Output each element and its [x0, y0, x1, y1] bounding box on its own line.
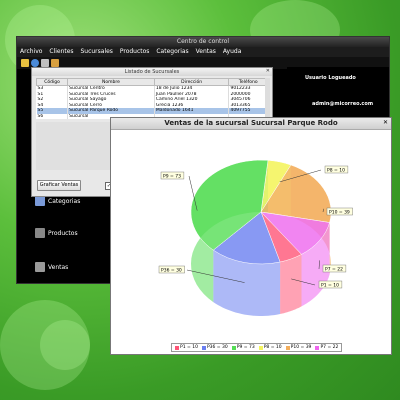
pie-chart: P8 = 10 P10 = 39 P7 = 22 P1 = 10 P36 = 30 P9 …	[158, 159, 353, 316]
legend-swatch	[285, 345, 290, 350]
sidebar-item-label: Ventas	[48, 263, 69, 271]
legend-item: P9 = 73	[231, 344, 255, 351]
legend-swatch	[258, 345, 263, 350]
slice-label: P36 = 30	[161, 268, 182, 274]
menu-ventas[interactable]: Ventas	[196, 48, 216, 55]
legend-swatch	[315, 345, 320, 350]
sidebar-item-label: Productos	[48, 229, 78, 237]
slice-label: P1 = 10	[321, 283, 339, 289]
legend-swatch	[201, 345, 206, 350]
menu-categorias[interactable]: Categorias	[156, 48, 188, 55]
legend-item: P8 = 10	[258, 344, 282, 351]
column-header[interactable]: Código	[35, 78, 69, 86]
pie-slice-side	[280, 254, 302, 314]
user-icon[interactable]	[41, 59, 49, 67]
table-cell: S6	[36, 113, 69, 119]
menu-productos[interactable]: Productos	[120, 48, 150, 55]
slice-label: P9 = 73	[163, 174, 181, 180]
legend-label: P9 = 73	[236, 345, 255, 350]
chart-window: Ventas de la sucursal Sucursal Parque Ro…	[110, 117, 392, 355]
cart-icon	[35, 262, 45, 272]
legend-label: P8 = 10	[263, 345, 282, 350]
menu-archivo[interactable]: Archivo	[20, 48, 42, 55]
column-header[interactable]: Dirección	[153, 78, 230, 86]
legend-item: P7 = 22	[315, 344, 338, 351]
slice-label: P7 = 22	[325, 267, 343, 273]
chart-legend: P1 = 10 P36 = 30 P9 = 73 P8 = 10 P10 = 39 P7 …	[171, 343, 343, 352]
legend-item: P1 = 10	[175, 344, 198, 351]
legend-label: P1 = 10	[180, 345, 198, 350]
menu-sucursales[interactable]: Sucursales	[80, 48, 112, 55]
slice-label: P8 = 10	[327, 168, 345, 174]
branches-table: Código Nombre Dirección Teléfono S3 Sucur…	[35, 78, 268, 119]
menu-bar: Archivo Clientes Sucursales Productos Ca…	[17, 47, 389, 57]
products-icon	[35, 228, 45, 238]
list-window-title: Listado de Sucursales	[32, 68, 272, 76]
window-title: Centro de control	[17, 37, 389, 47]
column-header[interactable]: Teléfono	[228, 78, 268, 86]
close-icon[interactable]: ✕	[266, 68, 270, 74]
legend-item: P10 = 39	[285, 344, 312, 351]
sidebar-item-categorias[interactable]: Categorias	[35, 196, 80, 206]
sidebar-item-label: Categorias	[48, 197, 81, 205]
info-icon[interactable]	[31, 59, 39, 67]
chart-title: Ventas de la sucursal Sucursal Parque Ro…	[111, 118, 391, 130]
table-header: Código Nombre Dirección Teléfono	[35, 78, 268, 86]
sidebar: Categorias Productos Ventas	[17, 192, 117, 283]
sidebar-item-ventas[interactable]: Ventas	[35, 262, 68, 272]
close-icon[interactable]: ✕	[383, 119, 388, 126]
categories-icon	[35, 196, 45, 206]
menu-ayuda[interactable]: Ayuda	[223, 48, 242, 55]
tools-icon[interactable]	[51, 59, 59, 67]
legend-label: P36 = 30	[206, 345, 228, 350]
table-scrollbar[interactable]	[265, 78, 270, 122]
sidebar-item-productos[interactable]: Productos	[35, 228, 78, 238]
legend-item: P36 = 30	[201, 344, 228, 351]
legend-swatch	[175, 345, 179, 350]
user-label: Usuario Logueado	[305, 75, 356, 81]
menu-clientes[interactable]: Clientes	[49, 48, 73, 55]
bokeh-circle	[40, 320, 90, 370]
column-header[interactable]: Nombre	[67, 78, 155, 86]
slice-label: P10 = 39	[329, 210, 350, 216]
legend-swatch	[231, 345, 236, 350]
graph-sales-button[interactable]: Graficar Ventas	[37, 180, 81, 191]
legend-label: P7 = 22	[320, 345, 339, 350]
folder-icon[interactable]	[21, 59, 29, 67]
legend-label: P10 = 39	[290, 345, 312, 350]
user-email: admin@micorreo.com	[312, 101, 374, 107]
